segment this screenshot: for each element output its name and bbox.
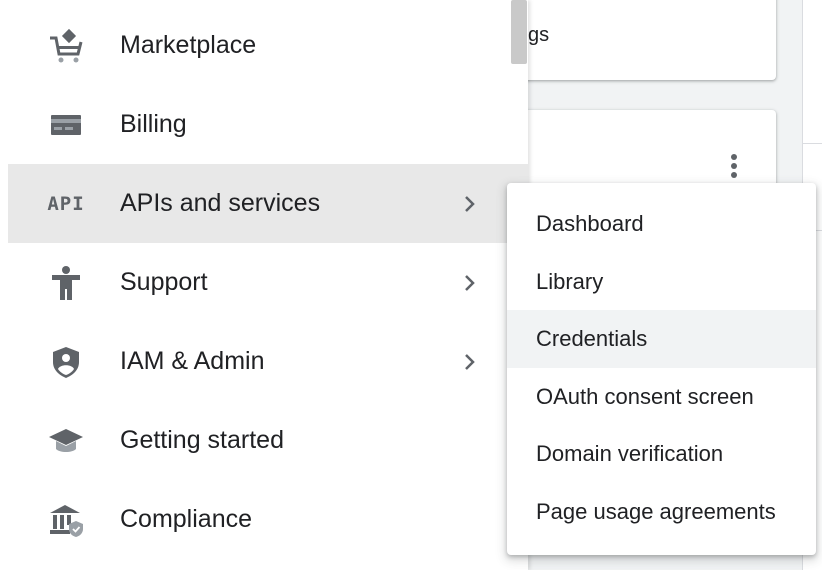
- nav-item-label: Getting started: [120, 426, 284, 454]
- nav-item-apis-and-services[interactable]: API APIs and services: [8, 164, 528, 243]
- chevron-right-icon: [460, 352, 480, 372]
- security-shield-icon: [48, 344, 84, 380]
- nav-item-label: IAM & Admin: [120, 347, 265, 375]
- api-icon-text: API: [47, 192, 85, 215]
- billing-card-icon: [48, 107, 84, 143]
- background-card-text: gs: [528, 24, 550, 46]
- nav-item-label: Compliance: [120, 505, 253, 533]
- submenu-item-page-usage-agreements[interactable]: Page usage agreements: [507, 483, 816, 541]
- divider: [802, 143, 822, 144]
- nav-item-getting-started[interactable]: Getting started: [8, 401, 528, 480]
- api-icon: API: [47, 186, 85, 222]
- nav-item-billing[interactable]: Billing: [8, 85, 528, 164]
- nav-item-support[interactable]: Support: [8, 243, 528, 322]
- submenu-item-label: Domain verification: [536, 441, 724, 466]
- marketplace-cart-icon: [48, 28, 84, 64]
- nav-item-marketplace[interactable]: Marketplace: [8, 6, 528, 85]
- nav-item-compliance[interactable]: Compliance: [8, 480, 528, 559]
- submenu-item-dashboard[interactable]: Dashboard: [507, 195, 816, 253]
- support-person-icon: [48, 265, 84, 301]
- submenu-item-label: Dashboard: [536, 211, 644, 236]
- chevron-right-icon: [460, 273, 480, 293]
- submenu-item-label: Library: [536, 269, 604, 294]
- submenu-item-oauth-consent-screen[interactable]: OAuth consent screen: [507, 368, 816, 426]
- navigation-drawer: Marketplace Billing API APIs and service…: [0, 0, 528, 570]
- submenu-item-library[interactable]: Library: [507, 253, 816, 311]
- more-options-icon[interactable]: [730, 154, 738, 184]
- nav-item-label: APIs and services: [120, 189, 321, 217]
- nav-item-label: Marketplace: [120, 31, 257, 59]
- submenu-item-domain-verification[interactable]: Domain verification: [507, 425, 816, 483]
- submenu-item-label: Page usage agreements: [536, 499, 776, 524]
- chevron-right-icon: [460, 194, 480, 214]
- nav-item-label: Support: [120, 268, 208, 296]
- compliance-building-icon: [48, 502, 84, 538]
- submenu-item-label: Credentials: [536, 326, 648, 351]
- apis-and-services-submenu: Dashboard Library Credentials OAuth cons…: [507, 183, 816, 555]
- submenu-item-credentials[interactable]: Credentials: [507, 310, 816, 368]
- submenu-item-label: OAuth consent screen: [536, 384, 754, 409]
- nav-item-iam-admin[interactable]: IAM & Admin: [8, 322, 528, 401]
- background-card: gs: [495, 0, 776, 80]
- graduation-cap-icon: [48, 423, 84, 459]
- nav-item-label: Billing: [120, 110, 187, 138]
